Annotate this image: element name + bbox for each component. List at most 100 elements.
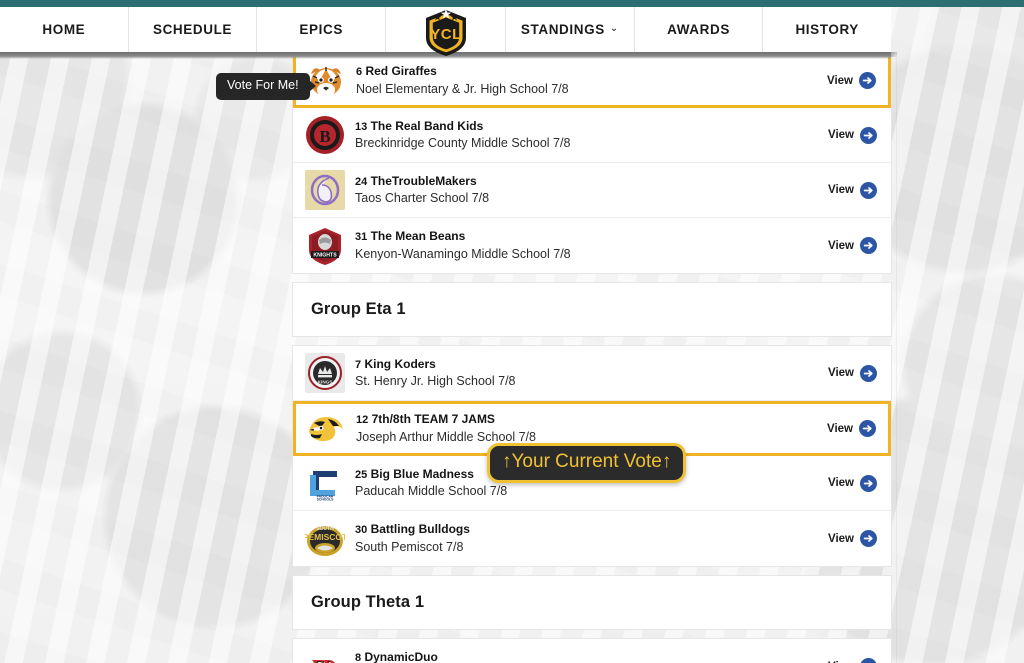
group-title: Group Theta 1 [311,593,425,611]
view-button-label: View [827,74,853,87]
team-school: Breckinridge County Middle School 7/8 [355,136,571,151]
table-row[interactable]: KINGS 7 King Koders St. Henry Jr. High Sc… [293,346,891,401]
team-group-card: 6 Red Giraffes Noel Elementary & Jr. High… [292,52,892,274]
table-row[interactable]: 24 TheTroubleMakers Taos Charter School 7… [293,163,891,218]
view-button[interactable]: View [828,658,877,663]
team-name-text: King Koders [364,356,436,371]
svg-text:B: B [319,127,330,146]
team-info: 24 TheTroubleMakers Taos Charter School 7… [355,173,828,208]
table-row[interactable]: B 13 The Real Band Kids Breckinridge Coun… [293,108,891,163]
view-button-label: View [828,367,854,379]
svg-text:PEMISCOT: PEMISCOT [305,532,345,542]
team-number: 8 [355,652,362,663]
team-name: 12 7th/8th TEAM 7 JAMS [356,411,827,428]
team-school: Taos Charter School 7/8 [355,191,490,206]
current-vote-banner: ↑Your Current Vote↑ [487,443,687,483]
team-school: St. Henry Jr. High School 7/8 [355,374,516,389]
view-button[interactable]: View [828,474,877,492]
team-name-text: The Mean Beans [370,229,466,244]
table-row[interactable]: 6 Red Giraffes Noel Elementary & Jr. High… [293,53,891,108]
svg-text:KINGS: KINGS [318,380,333,385]
nav-item-history[interactable]: HISTORY [763,7,891,52]
team-number: 25 [355,468,368,481]
view-button[interactable]: View [828,181,877,199]
site-logo[interactable]: YCL [386,7,507,56]
team-logo-icon: KNIGHTS [305,225,345,266]
team-info: 7 King Koders St. Henry Jr. High School 7… [355,356,828,391]
table-row[interactable]: KNIGHTS 31 The Mean Beans Kenyon-Wanaming… [293,218,891,273]
arrow-right-icon [859,72,876,89]
table-row[interactable]: SOUTH PEMISCOT 30 Battling Bulldogs South… [293,511,891,566]
view-button[interactable]: View [828,530,877,547]
team-name: 6 Red Giraffes [356,63,827,80]
arrow-right-icon [859,420,876,437]
nav-item-label: HISTORY [795,22,859,37]
team-name: 24 TheTroubleMakers [355,173,828,190]
team-name: 31 The Mean Beans [355,228,828,245]
team-group-card: E R E R 8 DynamicDuoEagle Ridge Christia… [292,638,892,663]
team-name: 30 Battling Bulldogs [355,521,828,538]
team-logo-icon [305,170,345,210]
arrow-right-icon [860,530,877,547]
team-name-text: Battling Bulldogs [370,522,470,537]
view-button[interactable]: View [827,72,876,89]
team-info: 8 DynamicDuoEagle Ridge Christian School… [355,649,828,663]
view-button[interactable]: View [828,126,877,144]
team-logo-icon [306,408,346,449]
team-list: 6 Red Giraffes Noel Elementary & Jr. High… [292,52,892,663]
nav-item-awards[interactable]: AWARDS [635,7,764,52]
team-logo-icon: PADUCAH SCHOOLS [305,463,345,503]
arrow-right-icon [860,474,877,492]
main-navigation: HOME SCHEDULE EPICS YCL STANDINGS ⌄ AWAR… [0,7,891,56]
arrow-right-icon [860,181,877,199]
ycl-shield-icon: YCL [422,8,470,58]
team-info: 12 7th/8th TEAM 7 JAMS Joseph Arthur Midd… [356,411,827,446]
team-name: 7 King Koders [355,356,828,373]
team-name-text: TheTroubleMakers [370,173,477,188]
view-button[interactable]: View [828,364,877,382]
team-name-text: Big Blue Madness [370,466,474,481]
team-school: South Pemiscot 7/8 [355,539,464,554]
group-title: Group Eta 1 [311,300,406,318]
content-right-edge [896,52,897,663]
team-number: 7 [355,358,362,371]
nav-item-epics[interactable]: EPICS [257,7,387,52]
arrow-right-icon [860,658,877,663]
svg-text:KNIGHTS: KNIGHTS [313,252,337,258]
view-button-label: View [827,422,853,435]
team-name: 8 DynamicDuo [355,649,828,663]
nav-item-schedule[interactable]: SCHEDULE [129,7,258,52]
svg-text:R: R [320,655,335,663]
nav-item-label: AWARDS [667,22,730,37]
view-button-label: View [828,129,854,141]
top-accent-strip [0,0,1024,7]
team-name: 13 The Real Band Kids [355,118,828,135]
view-button[interactable]: View [828,237,877,254]
team-info: 6 Red Giraffes Noel Elementary & Jr. High… [356,63,827,98]
nav-shadow-corner [891,52,897,57]
team-logo-icon: B [305,115,345,155]
team-name-text: DynamicDuo [364,650,438,663]
nav-item-label: EPICS [299,22,343,37]
view-button[interactable]: View [827,420,876,437]
team-school: Kenyon-Wanamingo Middle School 7/8 [355,246,571,261]
team-number: 6 [356,66,363,79]
view-button-label: View [828,239,854,252]
arrow-right-icon [860,364,877,382]
svg-text:SCHOOLS: SCHOOLS [317,498,335,502]
arrow-right-icon [860,237,877,254]
team-name-text: 7th/8th TEAM 7 JAMS [371,412,495,427]
team-logo-icon: SOUTH PEMISCOT [305,518,345,559]
team-number: 30 [355,524,368,537]
arrow-right-icon [860,126,877,144]
nav-item-home[interactable]: HOME [0,7,129,52]
nav-item-standings[interactable]: STANDINGS ⌄ [506,7,635,52]
view-button-label: View [828,532,854,545]
team-number: 31 [355,231,368,244]
table-row[interactable]: E R E R 8 DynamicDuoEagle Ridge Christia… [293,639,891,663]
team-info: 13 The Real Band Kids Breckinridge County… [355,118,828,153]
team-logo-icon: E R E R [305,646,345,663]
team-name-text: Red Giraffes [365,64,437,79]
team-school: Paducah Middle School 7/8 [355,484,508,499]
team-number: 13 [355,120,368,133]
